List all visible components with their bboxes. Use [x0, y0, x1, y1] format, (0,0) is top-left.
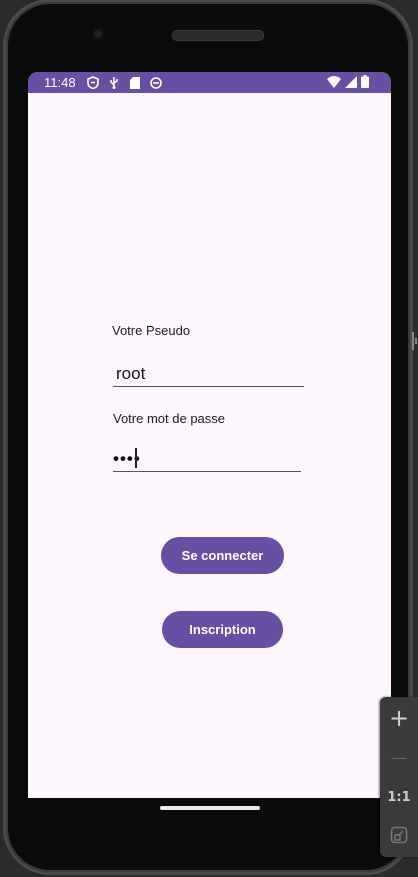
- emulator-side-tab[interactable]: [410, 330, 418, 352]
- usb-icon: [107, 76, 121, 90]
- shield-icon: [86, 76, 100, 90]
- signal-icon: [345, 75, 357, 91]
- pseudo-label: Votre Pseudo: [112, 323, 191, 338]
- zoom-out-button[interactable]: —: [380, 740, 418, 774]
- password-input[interactable]: [113, 446, 301, 472]
- status-bar: 11:48: [28, 72, 391, 93]
- app-screen: 11:48 Votre Pseudo Votre mot de passe: [28, 72, 391, 798]
- login-button[interactable]: Se connecter: [161, 537, 284, 574]
- earpiece-speaker: [172, 30, 264, 41]
- text-caret: [135, 448, 137, 468]
- actual-size-button[interactable]: 1:1: [380, 780, 418, 814]
- sync-icon: [149, 76, 163, 90]
- zoom-in-button[interactable]: +: [380, 701, 418, 735]
- signup-button[interactable]: Inscription: [162, 611, 283, 648]
- battery-icon: [361, 75, 369, 91]
- gesture-nav-handle[interactable]: [160, 806, 260, 810]
- sd-card-icon: [128, 76, 142, 90]
- emulator-zoom-panel: + — 1:1: [380, 697, 418, 857]
- fit-screen-icon[interactable]: [380, 818, 418, 852]
- pseudo-input[interactable]: [113, 362, 304, 387]
- wifi-icon: [327, 75, 341, 91]
- status-right-icons: [327, 75, 369, 91]
- password-label: Votre mot de passe: [113, 411, 226, 426]
- front-camera: [92, 28, 104, 40]
- status-time: 11:48: [44, 75, 76, 90]
